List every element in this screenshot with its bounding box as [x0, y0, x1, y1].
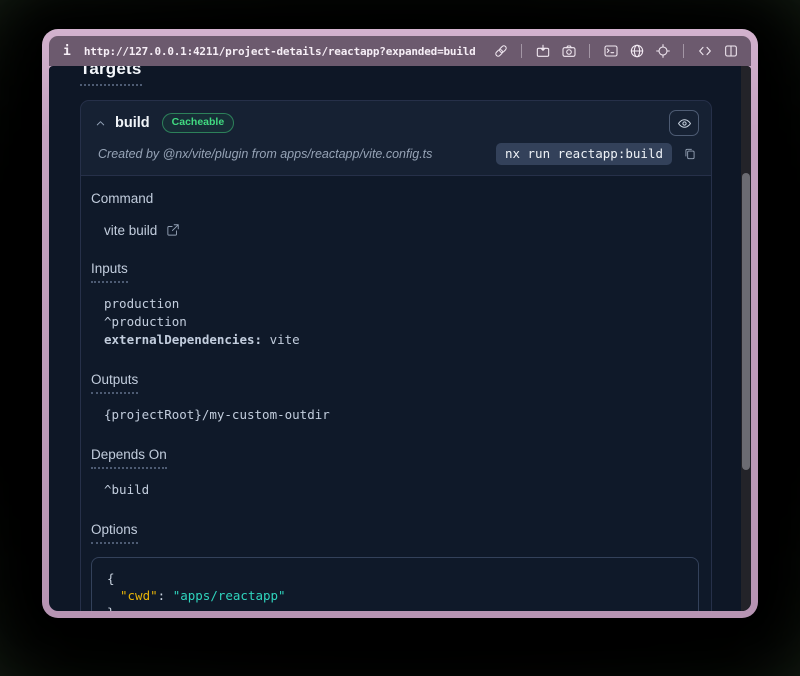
link-icon[interactable] [492, 43, 509, 60]
depends-on-item: ^build [104, 481, 699, 499]
options-section-label: Options [91, 522, 699, 544]
cacheable-badge: Cacheable [162, 113, 235, 133]
chevron-up-icon[interactable] [93, 116, 107, 130]
page-viewport: Targets build Cacheable [49, 66, 751, 611]
camera-icon[interactable] [560, 43, 577, 60]
input-item: ^production [104, 313, 699, 331]
copy-button[interactable] [681, 145, 699, 163]
info-icon[interactable]: i [63, 44, 71, 59]
view-target-button[interactable] [669, 110, 699, 136]
save-to-box-icon[interactable] [534, 43, 551, 60]
browser-window: i http://127.0.0.1:4211/project-details/… [42, 29, 758, 618]
code-line: "cwd": "apps/reactapp" [107, 587, 683, 604]
project-details-page: Targets build Cacheable [49, 66, 741, 611]
toolbar-divider [683, 44, 684, 58]
run-command-chip: nx run reactapp:build [496, 143, 672, 165]
command-value: vite build [104, 223, 157, 238]
output-item: {projectRoot}/my-custom-outdir [104, 406, 699, 424]
build-card-header[interactable]: build Cacheable Created by @nx/vite/plug… [81, 101, 711, 176]
inputs-list: production ^production externalDependenc… [104, 295, 699, 349]
outputs-section-label: Outputs [91, 372, 699, 394]
eye-icon [677, 116, 692, 131]
input-item: production [104, 295, 699, 313]
code-line: } [107, 604, 683, 611]
outputs-list: {projectRoot}/my-custom-outdir [104, 406, 699, 424]
code-line: { [107, 570, 683, 587]
options-code-block: { "cwd": "apps/reactapp" } [91, 557, 699, 611]
browser-toolbar: i http://127.0.0.1:4211/project-details/… [49, 36, 751, 66]
code-brackets-icon[interactable] [696, 43, 713, 60]
toolbar-divider [521, 44, 522, 58]
toolbar-divider [589, 44, 590, 58]
url-bar[interactable]: http://127.0.0.1:4211/project-details/re… [84, 45, 492, 58]
depends-on-section-label: Depends On [91, 447, 699, 469]
created-by-text: Created by @nx/vite/plugin from apps/rea… [98, 147, 432, 161]
inputs-section-label: Inputs [91, 261, 699, 283]
input-item: externalDependencies: vite [104, 331, 699, 349]
targets-heading: Targets [80, 66, 712, 86]
command-value-row: vite build [104, 223, 699, 238]
target-card-build: build Cacheable Created by @nx/vite/plug… [80, 100, 712, 611]
external-link-button[interactable] [166, 223, 181, 238]
external-link-icon [166, 223, 180, 237]
split-view-icon[interactable] [722, 43, 739, 60]
build-card-body: Command vite build Inputs production ^pr… [81, 191, 711, 611]
clipboard-icon [683, 147, 697, 161]
terminal-icon[interactable] [602, 43, 619, 60]
scrollbar-track[interactable] [741, 66, 751, 611]
toolbar-actions [492, 43, 739, 60]
target-icon[interactable] [654, 43, 671, 60]
target-name-build: build [115, 115, 150, 131]
scrollbar-thumb[interactable] [742, 173, 750, 470]
globe-icon[interactable] [628, 43, 645, 60]
command-section-label: Command [91, 191, 699, 206]
depends-on-list: ^build [104, 481, 699, 499]
